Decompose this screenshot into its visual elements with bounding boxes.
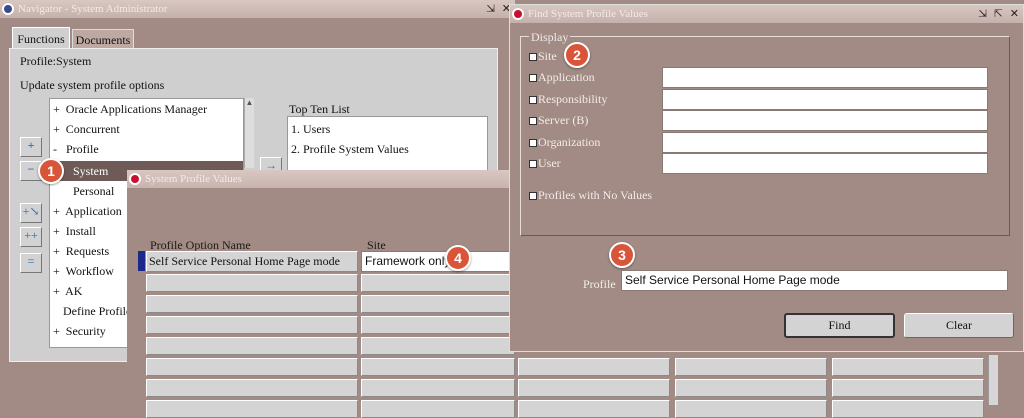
- grid-cell[interactable]: [518, 400, 670, 418]
- site-checkbox[interactable]: ✓: [529, 53, 538, 62]
- tree-item-define-profile[interactable]: Define Profile: [63, 304, 131, 319]
- grid-cell[interactable]: [518, 379, 670, 397]
- profile-label: Profile:System: [20, 54, 92, 68]
- grid-cell[interactable]: [361, 274, 515, 292]
- grid-cell[interactable]: [675, 379, 827, 397]
- grid-cell[interactable]: [146, 316, 358, 334]
- navigator-title: Navigator - System Administrator: [18, 3, 168, 15]
- checkbox-server[interactable]: Server (B): [529, 113, 588, 128]
- grid-cell[interactable]: [146, 295, 358, 313]
- tab-documents-label: Documents: [75, 33, 131, 47]
- grid-cell[interactable]: [675, 358, 827, 376]
- tab-functions-label: Functions: [17, 32, 65, 46]
- site-value-field[interactable]: Framework only: [361, 251, 511, 272]
- expand-button[interactable]: +: [20, 137, 42, 157]
- tree-item-ak[interactable]: + AK: [53, 284, 82, 299]
- collapse-all-button[interactable]: =: [20, 253, 42, 273]
- grid-cell[interactable]: [832, 358, 984, 376]
- tree-item-concurrent[interactable]: + Concurrent: [53, 122, 120, 137]
- expand-branch-button[interactable]: +↘: [20, 203, 42, 223]
- grid-cell[interactable]: [675, 400, 827, 418]
- grid-cell[interactable]: [832, 379, 984, 397]
- tree-scrollbar[interactable]: ▲: [244, 98, 254, 168]
- grid-cell[interactable]: [361, 400, 515, 418]
- clear-button[interactable]: Clear: [904, 313, 1014, 338]
- find-dialog-titlebar[interactable]: Find System Profile Values ⇲ ⇱ ✕: [510, 5, 1023, 23]
- tree-item-install[interactable]: + Install: [53, 224, 96, 239]
- find-dialog-title: Find System Profile Values: [528, 8, 648, 20]
- step-marker-3: 3: [609, 242, 635, 268]
- checkbox-no-values[interactable]: ✓Profiles with No Values: [529, 188, 652, 203]
- oracle-logo-icon: [2, 3, 14, 15]
- grid-cell[interactable]: [518, 358, 670, 376]
- find-button[interactable]: Find: [784, 313, 895, 338]
- step-marker-2: 2: [564, 42, 590, 68]
- oracle-logo-icon: [129, 173, 141, 185]
- top-ten-item[interactable]: 2. Profile System Values: [291, 142, 409, 157]
- tree-item-personal[interactable]: Personal: [73, 184, 114, 199]
- grid-cell[interactable]: [361, 379, 515, 397]
- tree-item-oam[interactable]: + Oracle Applications Manager: [53, 102, 207, 117]
- grid-scrollbar[interactable]: [988, 355, 998, 405]
- user-checkbox[interactable]: [529, 160, 537, 169]
- oracle-logo-icon: [512, 8, 524, 20]
- window-controls[interactable]: ⇲ ⇱ ✕: [978, 5, 1021, 23]
- grid-cell[interactable]: [361, 358, 515, 376]
- profile-option-cell[interactable]: Self Service Personal Home Page mode: [146, 251, 358, 272]
- display-group-label: Display: [529, 30, 571, 45]
- checkbox-organization[interactable]: Organization: [529, 135, 600, 150]
- grid-cell[interactable]: [146, 400, 358, 418]
- profile-values-title: System Profile Values: [145, 173, 242, 185]
- grid-cell[interactable]: [361, 316, 515, 334]
- tree-item-security[interactable]: + Security: [53, 324, 106, 339]
- tab-documents[interactable]: Documents: [72, 29, 134, 49]
- profile-field[interactable]: Self Service Personal Home Page mode: [621, 270, 1008, 291]
- tree-item-profile[interactable]: - Profile: [53, 142, 99, 157]
- top-ten-item[interactable]: 1. Users: [291, 122, 330, 137]
- checkbox-application[interactable]: Application: [529, 70, 595, 85]
- server-checkbox[interactable]: [529, 117, 537, 126]
- responsibility-checkbox[interactable]: [529, 96, 537, 105]
- profile-field-label: Profile: [583, 277, 616, 291]
- application-checkbox[interactable]: [529, 74, 537, 83]
- responsibility-field[interactable]: [662, 89, 988, 110]
- instruction-text: Update system profile options: [20, 78, 165, 92]
- grid-cell[interactable]: [361, 295, 515, 313]
- row-selector[interactable]: [138, 251, 145, 271]
- application-field[interactable]: [662, 67, 988, 88]
- organization-checkbox[interactable]: [529, 139, 537, 148]
- top-ten-list[interactable]: 1. Users 2. Profile System Values: [287, 116, 488, 171]
- grid-cell[interactable]: [146, 274, 358, 292]
- user-field[interactable]: [662, 153, 988, 174]
- tab-functions[interactable]: Functions: [12, 27, 70, 49]
- organization-field[interactable]: [662, 132, 988, 153]
- scroll-up-icon[interactable]: ▲: [245, 98, 254, 107]
- step-marker-4: 4: [445, 245, 471, 271]
- tree-item-application[interactable]: + Application: [53, 204, 122, 219]
- top-ten-title: Top Ten List: [289, 102, 350, 116]
- grid-cell[interactable]: [361, 337, 515, 355]
- expand-all-button[interactable]: ++: [20, 227, 42, 247]
- tree-item-requests[interactable]: + Requests: [53, 244, 109, 259]
- grid-cell[interactable]: [146, 379, 358, 397]
- grid-cell[interactable]: [146, 337, 358, 355]
- server-field[interactable]: [662, 110, 988, 131]
- checkbox-site[interactable]: ✓Site: [529, 49, 557, 64]
- checkbox-user[interactable]: User: [529, 156, 561, 171]
- grid-cell[interactable]: [146, 358, 358, 376]
- tree-item-workflow[interactable]: + Workflow: [53, 264, 114, 279]
- grid-cell[interactable]: [832, 400, 984, 418]
- no-values-checkbox[interactable]: ✓: [529, 192, 538, 201]
- step-marker-1: 1: [38, 158, 64, 184]
- navigator-titlebar[interactable]: Navigator - System Administrator ⇲ ✕: [0, 0, 515, 18]
- checkbox-responsibility[interactable]: Responsibility: [529, 92, 607, 107]
